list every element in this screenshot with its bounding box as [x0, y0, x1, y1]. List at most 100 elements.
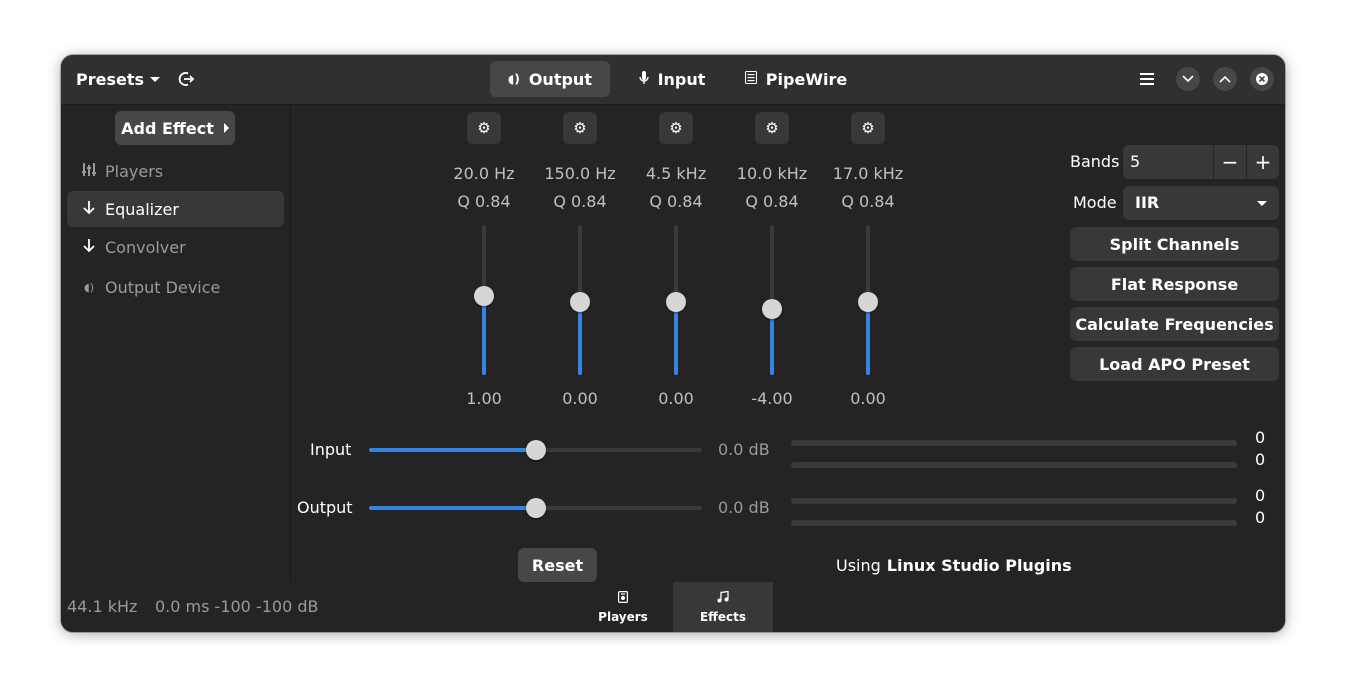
logout-icon	[178, 72, 195, 86]
tab-output[interactable]: ◖) Output	[490, 61, 610, 97]
band-quality: Q 0.84	[649, 192, 703, 211]
speaker-icon: ◖)	[508, 72, 520, 86]
tab-input-label: Input	[657, 69, 706, 89]
output-gain-label: Output	[297, 498, 353, 517]
maximize-button[interactable]	[1213, 67, 1237, 91]
band-gain-value: 0.00	[850, 389, 886, 408]
view-tab-players[interactable]: Players	[573, 582, 673, 632]
arrow-down-icon	[81, 200, 97, 219]
latency-info: 0.0 ms -100 -100 dB	[155, 597, 319, 616]
caret-down-icon	[1257, 201, 1267, 206]
bypass-button[interactable]	[169, 64, 203, 94]
presets-menu-button[interactable]: Presets	[69, 64, 167, 94]
speaker-icon: ◖)	[83, 280, 95, 294]
gear-icon: ⚙	[765, 119, 779, 137]
sidebar-item-players[interactable]: Players	[67, 153, 284, 189]
sidebar-item-equalizer[interactable]: Equalizer	[67, 191, 284, 227]
band-settings-button[interactable]: ⚙	[755, 112, 789, 144]
sidebar-item-output-device[interactable]: ◖) Output Device	[67, 269, 284, 305]
output-level-meter-right	[791, 520, 1237, 526]
band-frequency: 17.0 kHz	[832, 164, 904, 183]
band-frequency: 20.0 Hz	[453, 164, 515, 183]
view-tab-label: Effects	[699, 609, 747, 624]
bands-value[interactable]: 5	[1130, 152, 1140, 171]
chevron-up-icon	[1219, 75, 1231, 83]
bands-spinbutton[interactable]: 5 − +	[1123, 145, 1279, 179]
output-gain-slider[interactable]	[369, 498, 702, 518]
close-button[interactable]	[1250, 67, 1274, 91]
band-settings-button[interactable]: ⚙	[467, 112, 501, 144]
music-note-icon	[717, 590, 729, 606]
equalizer-panel: ⚙ 20.0 Hz Q 0.84 1.00 ⚙ 150.0 Hz Q 0.84 …	[291, 105, 1285, 582]
band-frequency: 4.5 kHz	[645, 164, 707, 183]
headerbar: Presets ◖) Output Input PipeWire	[61, 55, 1285, 105]
band-quality: Q 0.84	[553, 192, 607, 211]
gear-icon: ⚙	[669, 119, 683, 137]
slider-knob[interactable]	[474, 285, 494, 306]
chevron-down-icon	[1182, 75, 1194, 83]
flat-response-button[interactable]: Flat Response	[1070, 267, 1279, 301]
band-gain-slider[interactable]	[762, 225, 782, 375]
input-gain-value: 0.0 dB	[718, 440, 770, 459]
calculate-frequencies-button[interactable]: Calculate Frequencies	[1070, 307, 1279, 341]
main-menu-button[interactable]	[1133, 66, 1161, 92]
sidebar-item-label: Output Device	[105, 277, 221, 297]
band-frequency: 150.0 Hz	[544, 164, 616, 183]
mode-value: IIR	[1135, 193, 1160, 212]
band-quality: Q 0.84	[457, 192, 511, 211]
band-gain-slider[interactable]	[570, 225, 590, 375]
split-channels-button[interactable]: Split Channels	[1070, 227, 1279, 261]
gear-icon: ⚙	[861, 119, 875, 137]
eq-band: ⚙ 10.0 kHz Q 0.84 -4.00	[737, 112, 807, 408]
slider-knob[interactable]	[762, 299, 782, 319]
eq-band: ⚙ 4.5 kHz Q 0.84 0.00	[646, 112, 706, 408]
input-gain-slider[interactable]	[369, 440, 702, 460]
output-level-meter-left	[791, 498, 1237, 504]
output-gain-value: 0.0 dB	[718, 498, 770, 517]
slider-knob[interactable]	[525, 498, 546, 518]
using-label: Using	[836, 556, 881, 575]
band-quality: Q 0.84	[841, 192, 895, 211]
reset-button[interactable]: Reset	[518, 548, 597, 582]
add-effect-button[interactable]: Add Effect	[115, 111, 235, 145]
band-settings-button[interactable]: ⚙	[563, 112, 597, 144]
eq-band: ⚙ 20.0 Hz Q 0.84 1.00	[453, 112, 515, 408]
status-bar: 44.1 kHz 0.0 ms -100 -100 dB Players Eff…	[61, 582, 1285, 632]
close-icon	[1256, 73, 1268, 85]
arrow-down-icon	[81, 238, 97, 257]
slider-knob[interactable]	[570, 291, 590, 312]
tab-pipewire[interactable]: PipeWire	[741, 61, 851, 97]
slider-knob[interactable]	[666, 291, 686, 312]
input-level-meter-right	[791, 462, 1237, 468]
load-apo-preset-button[interactable]: Load APO Preset	[1070, 347, 1279, 381]
caret-down-icon	[150, 76, 161, 82]
decrement-button[interactable]: −	[1214, 145, 1246, 179]
band-gain-slider[interactable]	[666, 225, 686, 375]
level-meter-value: 0	[1255, 428, 1266, 447]
band-gain-slider[interactable]	[474, 225, 494, 375]
sidebar-item-label: Players	[105, 161, 164, 181]
gear-icon: ⚙	[573, 119, 587, 137]
caret-right-icon	[223, 123, 229, 133]
band-gain-slider[interactable]	[858, 225, 878, 375]
view-tab-effects[interactable]: Effects	[673, 582, 773, 632]
increment-button[interactable]: +	[1247, 145, 1279, 179]
minimize-button[interactable]	[1176, 67, 1200, 91]
tab-input[interactable]: Input	[627, 61, 717, 97]
slider-knob[interactable]	[525, 440, 546, 460]
band-gain-value: -4.00	[751, 389, 793, 408]
sidebar-item-convolver[interactable]: Convolver	[67, 229, 284, 265]
band-gain-value: 0.00	[562, 389, 598, 408]
hamburger-icon	[1140, 73, 1154, 85]
view-tab-label: Players	[598, 609, 648, 624]
band-settings-button[interactable]: ⚙	[851, 112, 885, 144]
input-gain-label: Input	[310, 440, 352, 459]
players-icon	[618, 590, 629, 606]
plugin-name: Linux Studio Plugins	[886, 556, 1072, 575]
eq-band: ⚙ 150.0 Hz Q 0.84 0.00	[544, 112, 616, 408]
band-settings-button[interactable]: ⚙	[659, 112, 693, 144]
slider-knob[interactable]	[858, 291, 878, 312]
mode-dropdown[interactable]: IIR	[1123, 186, 1279, 220]
add-effect-label: Add Effect	[121, 118, 214, 138]
input-level-meter-left	[791, 440, 1237, 446]
